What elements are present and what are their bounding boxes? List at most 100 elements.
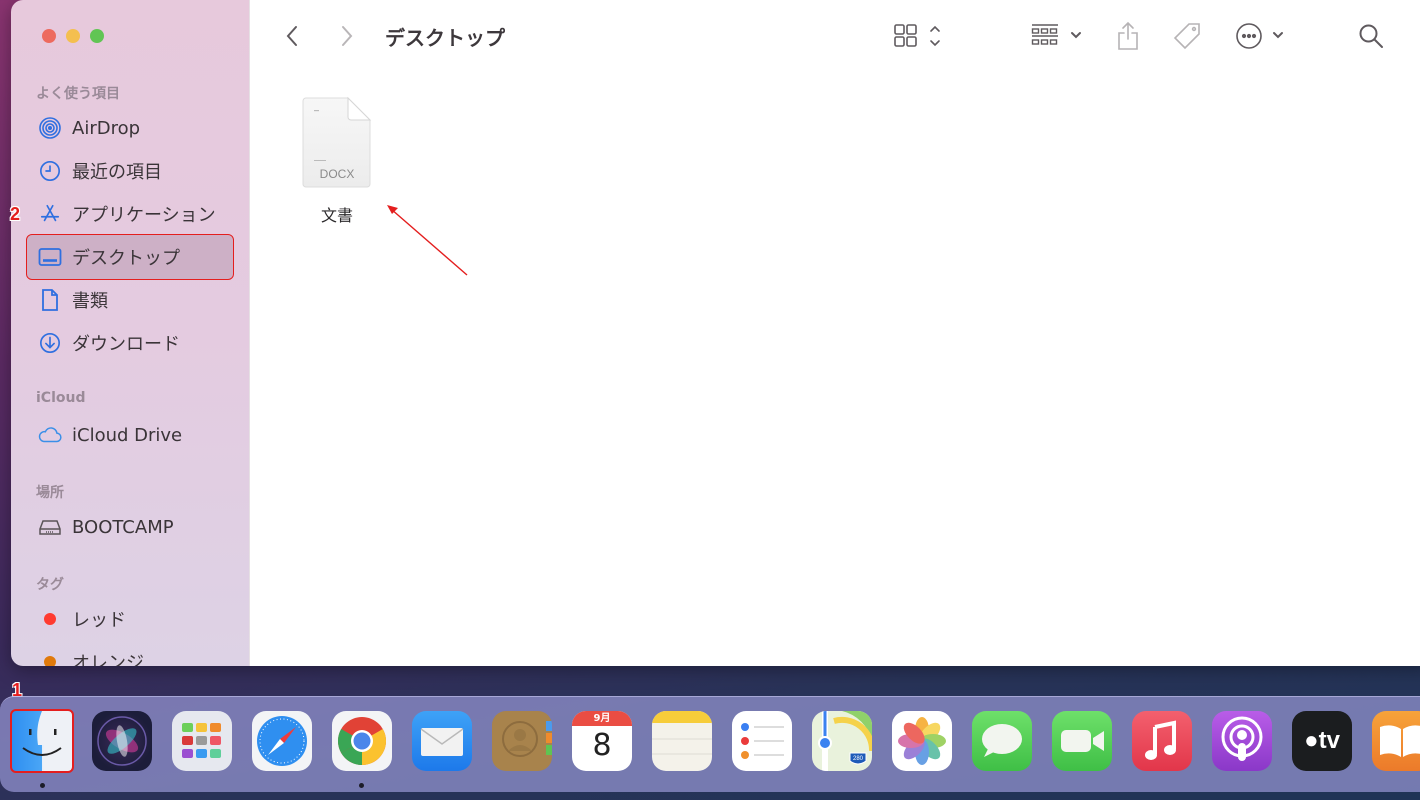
apple-logo-icon: ● [1304,727,1319,754]
clock-icon [38,159,62,183]
dock-app-safari[interactable] [252,711,312,771]
sidebar-item-label: iCloud Drive [72,424,183,446]
cloud-icon [38,423,62,447]
dock-app-books[interactable] [1372,711,1420,771]
sidebar-item-tag-red[interactable]: レッド [27,597,233,641]
tag-orange-dot-icon [44,656,56,666]
grid-view-icon [894,24,940,47]
sidebar-item-documents[interactable]: 書類 [27,278,233,322]
facetime-icon [1061,730,1104,752]
sidebar-item-downloads[interactable]: ダウンロード [27,321,233,365]
messages-icon [982,724,1022,757]
dock-app-photos[interactable] [892,711,952,771]
dock-app-tv[interactable]: ●tv [1292,711,1352,771]
running-indicator [359,783,364,788]
dock-app-calendar[interactable]: 9月 8 [572,711,632,771]
dock-app-music[interactable] [1132,711,1192,771]
section-header-locations: 場所 [36,485,64,501]
applications-icon [38,202,62,226]
sidebar-item-label: オレンジ [72,653,144,666]
mail-icon [420,728,464,756]
calendar-day: 8 [592,728,612,763]
annotation-step-2: 2 [10,204,21,224]
section-header-favorites: よく使う項目 [36,86,120,102]
content-area: デスクトップ DOCX 文書 [249,0,1420,666]
launchpad-icon [182,723,221,758]
group-icon [1031,24,1081,45]
toolbar: デスクトップ [250,0,1420,72]
sidebar-item-airdrop[interactable]: AirDrop [27,106,233,150]
window-title: デスクトップ [385,26,505,50]
zoom-button[interactable] [90,29,104,43]
search-icon [1359,24,1383,48]
view-mode-button[interactable] [894,20,942,52]
dock-app-podcasts[interactable] [1212,711,1272,771]
docx-file-icon: DOCX [302,96,372,190]
sidebar-item-bootcamp[interactable]: BOOTCAMP [27,505,233,549]
forward-button[interactable] [333,22,361,50]
sidebar-item-label: アプリケーション [72,205,216,226]
sidebar-item-icloud-drive[interactable]: iCloud Drive [27,413,233,457]
siri-icon [97,716,147,766]
dock-app-siri[interactable] [92,711,152,771]
dock-app-finder[interactable] [10,709,74,773]
contacts-icon [502,721,552,757]
sidebar-item-label: BOOTCAMP [72,516,174,538]
finder-window: よく使う項目 AirDrop 最近の項目 アプリケーション デスクトップ 書類 … [11,0,1420,666]
tag-red-dot-icon [44,613,56,625]
share-button[interactable] [1116,20,1140,52]
sidebar-item-label: レッド [72,610,126,631]
annotation-arrow [387,205,468,276]
disk-icon [38,515,62,539]
podcasts-icon [1221,716,1263,761]
sidebar-item-recents[interactable]: 最近の項目 [27,149,233,193]
tag-icon [1173,23,1200,50]
tv-label: tv [1318,727,1340,754]
sidebar-item-label: AirDrop [72,117,141,139]
books-icon [1380,725,1420,757]
tag-button[interactable] [1172,20,1202,52]
sidebar-item-label: デスクトップ [72,248,180,269]
section-header-icloud: iCloud [36,390,86,406]
notes-icon [652,711,712,755]
minimize-button[interactable] [66,29,80,43]
maps-icon: 280 [818,711,872,771]
sidebar-item-label: 書類 [72,291,108,312]
airdrop-icon [38,116,62,140]
finder-icon [22,711,72,771]
music-icon [1145,720,1176,760]
download-icon [38,331,62,355]
dock-app-facetime[interactable] [1052,711,1112,771]
reminders-icon [741,723,784,759]
desktop-icon [38,245,62,269]
dock-app-notes[interactable] [652,711,712,771]
group-button[interactable] [1031,20,1085,52]
ellipsis-icon [1236,23,1283,49]
sidebar-item-applications[interactable]: アプリケーション [27,192,233,236]
dock-app-mail[interactable] [412,711,472,771]
search-button[interactable] [1358,20,1384,52]
more-actions-button[interactable] [1236,20,1288,52]
file-item[interactable]: DOCX 文書 [302,96,372,226]
dock-app-reminders[interactable] [732,711,792,771]
dock-app-messages[interactable] [972,711,1032,771]
close-button[interactable] [42,29,56,43]
dock-app-launchpad[interactable] [172,711,232,771]
sidebar-item-tag-orange[interactable]: オレンジ [27,640,233,666]
sidebar-item-label: 最近の項目 [72,162,162,183]
section-header-tags: タグ [36,577,64,593]
dock-app-chrome[interactable] [332,711,392,771]
sidebar-item-desktop[interactable]: デスクトップ [26,234,234,280]
file-name: 文書 [320,206,353,225]
back-button[interactable] [278,22,306,50]
document-icon [38,288,62,312]
calendar-month: 9月 [572,711,632,726]
window-controls [42,29,104,43]
share-icon [1118,21,1138,50]
sidebar-item-label: ダウンロード [72,334,180,355]
running-indicator [40,783,45,788]
dock: 9月 8 280 ●tv [0,696,1420,792]
dock-app-contacts[interactable] [492,711,552,771]
maps-badge: 280 [853,756,864,762]
dock-app-maps[interactable]: 280 [812,711,872,771]
